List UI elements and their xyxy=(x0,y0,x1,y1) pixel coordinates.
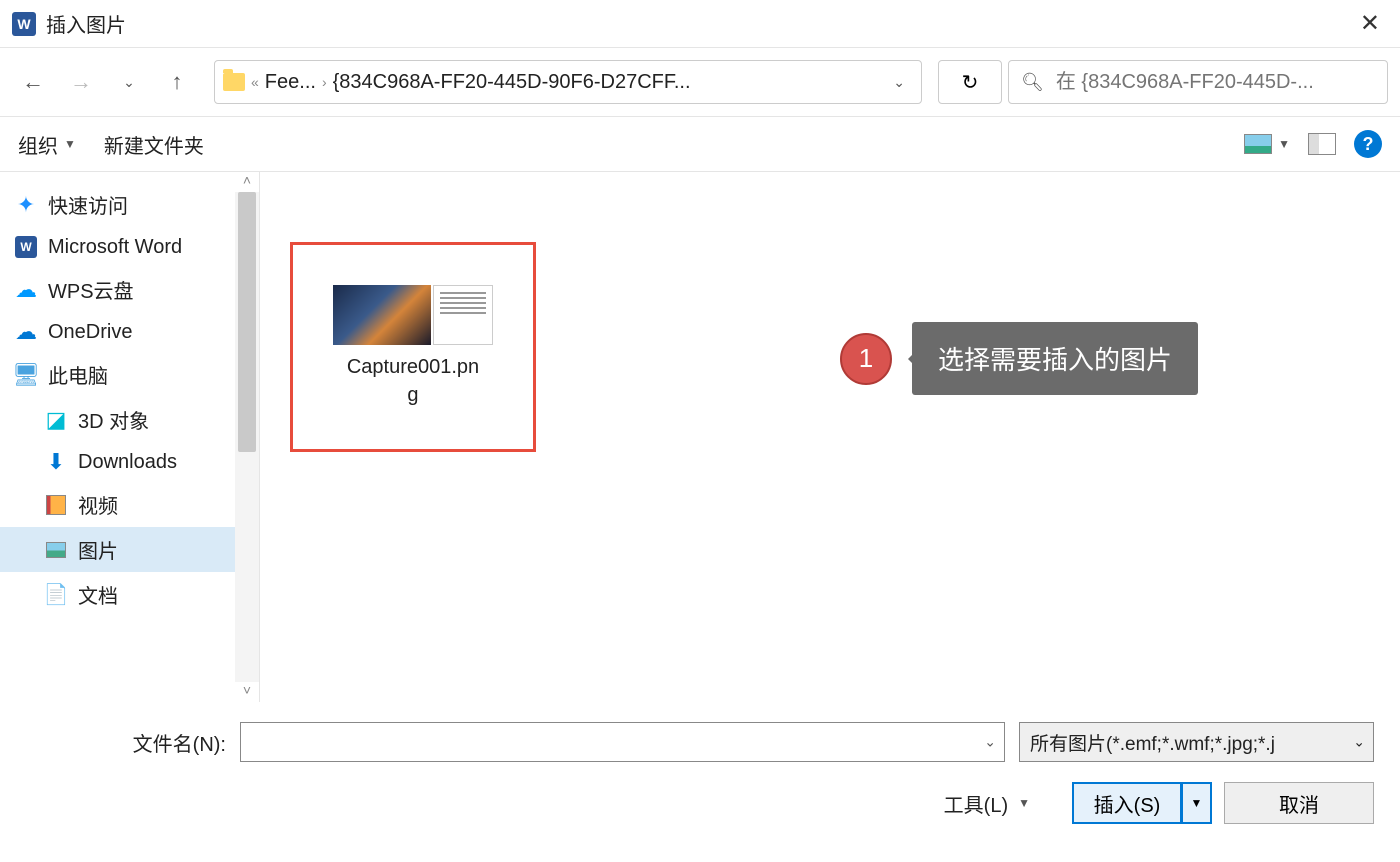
filename-label: 文件名(N): xyxy=(26,728,226,757)
help-icon[interactable]: ? xyxy=(1354,130,1382,158)
nav-bar: ← → ⌄ ↑ « Fee... › {834C968A-FF20-445D-9… xyxy=(0,48,1400,116)
sidebar-item-label: 3D 对象 xyxy=(78,405,149,434)
main-area: ✦ 快速访问 W Microsoft Word ☁ WPS云盘 ☁ OneDrive 🖥… xyxy=(0,172,1400,702)
dialog-title: 插入图片 xyxy=(46,9,1352,38)
search-box[interactable]: 🔍︎ xyxy=(1008,60,1388,104)
sidebar-item-label: OneDrive xyxy=(48,321,132,344)
sidebar-item-label: 视频 xyxy=(78,490,118,519)
cloud-icon: ☁ xyxy=(14,320,38,344)
scroll-thumb[interactable] xyxy=(238,192,256,452)
sidebar-item-wps[interactable]: ☁ WPS云盘 xyxy=(0,267,259,312)
sidebar-item-documents[interactable]: 📄 文档 xyxy=(0,572,259,617)
annotation-callout: 1 选择需要插入的图片 xyxy=(840,322,1198,395)
document-icon: 📄 xyxy=(44,583,68,607)
breadcrumb[interactable]: « Fee... › {834C968A-FF20-445D-90F6-D27C… xyxy=(214,60,922,104)
cube-icon: ◪ xyxy=(44,408,68,432)
breadcrumb-prefix: « xyxy=(251,74,259,90)
download-icon: ⬇ xyxy=(44,450,68,474)
title-bar: W 插入图片 ✕ xyxy=(0,0,1400,48)
sidebar-item-label: Microsoft Word xyxy=(48,236,182,259)
sidebar-item-label: 此电脑 xyxy=(48,360,108,389)
scroll-down-icon[interactable]: ˅ xyxy=(243,682,251,702)
annotation-badge: 1 xyxy=(840,333,892,385)
search-input[interactable] xyxy=(1056,71,1375,94)
picture-icon xyxy=(1244,134,1272,154)
tools-button[interactable]: 工具(L) ▼ xyxy=(944,789,1030,818)
video-icon xyxy=(44,493,68,517)
up-button[interactable]: ↑ xyxy=(156,61,198,103)
pc-icon: 🖥 xyxy=(14,363,38,387)
bottom-bar: 文件名(N): ⌄ 所有图片(*.emf;*.wmf;*.jpg;*.j ⌄ 工… xyxy=(0,702,1400,862)
insert-split-button[interactable]: 插入(S) ▼ xyxy=(1072,782,1212,824)
file-item-capture001[interactable]: Capture001.pn g xyxy=(290,242,536,452)
chevron-down-icon: ▼ xyxy=(1278,137,1290,151)
forward-button[interactable]: → xyxy=(60,61,102,103)
new-folder-button[interactable]: 新建文件夹 xyxy=(104,130,204,159)
organize-label: 组织 xyxy=(18,130,58,159)
chevron-down-icon[interactable]: ⌄ xyxy=(984,734,996,751)
chevron-right-icon: › xyxy=(322,74,327,90)
close-icon[interactable]: ✕ xyxy=(1352,9,1388,38)
file-type-filter[interactable]: 所有图片(*.emf;*.wmf;*.jpg;*.j ⌄ xyxy=(1019,722,1374,762)
sidebar: ✦ 快速访问 W Microsoft Word ☁ WPS云盘 ☁ OneDrive 🖥… xyxy=(0,172,260,702)
sidebar-item-label: Downloads xyxy=(78,451,177,474)
sidebar-item-3d-objects[interactable]: ◪ 3D 对象 xyxy=(0,397,259,442)
word-icon: W xyxy=(14,235,38,259)
search-icon: 🔍︎ xyxy=(1021,72,1044,93)
preview-pane-button[interactable] xyxy=(1308,133,1336,155)
file-list[interactable]: Capture001.pn g 1 选择需要插入的图片 xyxy=(260,172,1400,702)
filter-label: 所有图片(*.emf;*.wmf;*.jpg;*.j xyxy=(1030,729,1275,756)
sidebar-item-onedrive[interactable]: ☁ OneDrive xyxy=(0,312,259,352)
sidebar-item-word[interactable]: W Microsoft Word xyxy=(0,227,259,267)
file-thumbnail xyxy=(333,285,493,345)
chevron-down-icon[interactable]: ⌄ xyxy=(1353,734,1365,751)
folder-icon xyxy=(223,73,245,91)
cancel-button[interactable]: 取消 xyxy=(1224,782,1374,824)
scroll-track[interactable] xyxy=(235,192,259,682)
sidebar-item-label: 图片 xyxy=(78,535,118,564)
cloud-icon: ☁ xyxy=(14,278,38,302)
star-icon: ✦ xyxy=(14,193,38,217)
sidebar-item-label: 快速访问 xyxy=(48,190,128,219)
chevron-down-icon: ▼ xyxy=(1018,796,1030,810)
back-button[interactable]: ← xyxy=(12,61,54,103)
word-app-icon: W xyxy=(12,12,36,36)
sidebar-item-label: WPS云盘 xyxy=(48,275,134,304)
new-folder-label: 新建文件夹 xyxy=(104,130,204,159)
sidebar-item-quick-access[interactable]: ✦ 快速访问 xyxy=(0,182,259,227)
recent-dropdown[interactable]: ⌄ xyxy=(108,61,150,103)
refresh-button[interactable]: ↻ xyxy=(938,60,1002,104)
annotation-text: 选择需要插入的图片 xyxy=(912,322,1198,395)
chevron-down-icon[interactable]: ⌄ xyxy=(885,74,913,91)
sidebar-item-videos[interactable]: 视频 xyxy=(0,482,259,527)
file-name: Capture001.pn g xyxy=(347,353,479,409)
sidebar-item-label: 文档 xyxy=(78,580,118,609)
sidebar-item-this-pc[interactable]: 🖥 此电脑 xyxy=(0,352,259,397)
chevron-down-icon: ▼ xyxy=(64,137,76,151)
view-mode-button[interactable]: ▼ xyxy=(1244,134,1290,154)
organize-button[interactable]: 组织 ▼ xyxy=(18,130,76,159)
scroll-up-icon[interactable]: ˄ xyxy=(243,172,251,192)
toolbar: 组织 ▼ 新建文件夹 ▼ ? xyxy=(0,116,1400,172)
insert-button[interactable]: 插入(S) xyxy=(1072,782,1182,824)
breadcrumb-part1[interactable]: Fee... xyxy=(265,71,316,94)
insert-dropdown[interactable]: ▼ xyxy=(1182,782,1212,824)
sidebar-scrollbar[interactable]: ˄ ˅ xyxy=(235,172,259,702)
filename-input[interactable]: ⌄ xyxy=(240,722,1005,762)
picture-icon xyxy=(44,538,68,562)
sidebar-item-downloads[interactable]: ⬇ Downloads xyxy=(0,442,259,482)
breadcrumb-part2[interactable]: {834C968A-FF20-445D-90F6-D27CFF... xyxy=(333,71,691,94)
tools-label: 工具(L) xyxy=(944,789,1008,818)
sidebar-item-pictures[interactable]: 图片 xyxy=(0,527,259,572)
